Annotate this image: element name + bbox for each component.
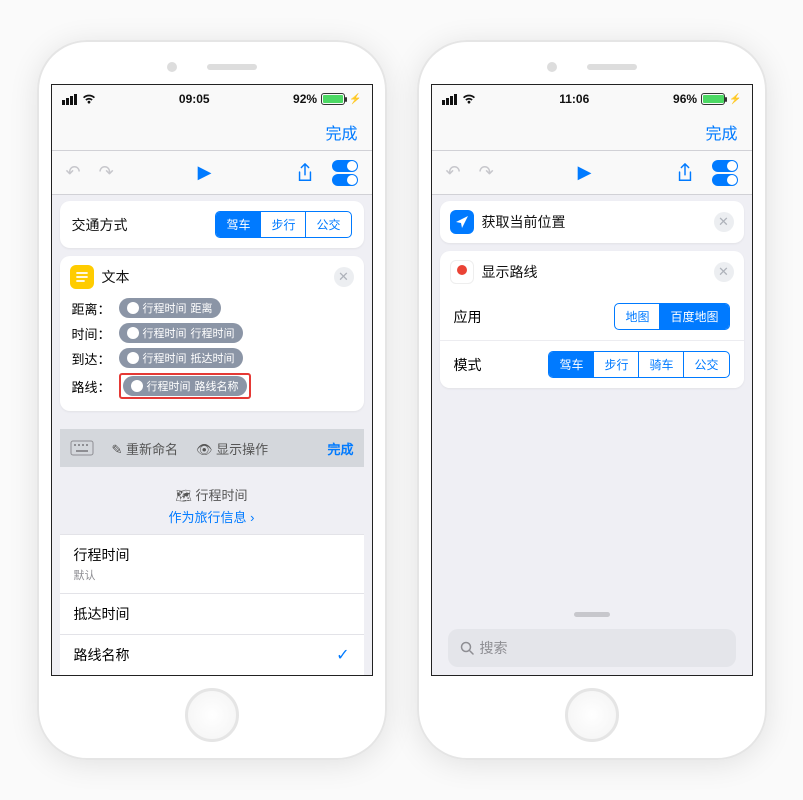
close-icon[interactable]: ✕ <box>714 262 734 282</box>
rename-button[interactable]: ✎ 重新命名 <box>112 439 179 458</box>
battery-icon <box>701 93 725 105</box>
signal-icon <box>62 94 77 105</box>
settings-toggle-icon[interactable] <box>712 160 738 186</box>
transport-label: 交通方式 <box>72 215 128 235</box>
play-icon[interactable]: ▶ <box>198 162 212 183</box>
location-card[interactable]: 获取当前位置 ✕ <box>440 201 744 243</box>
battery-icon <box>321 93 345 105</box>
close-icon[interactable]: ✕ <box>714 212 734 232</box>
phone-left: 09:05 92% ⚡ 完成 ↶ ↷ ▶ 交通方式 驾车 步行 公交 <box>37 40 387 760</box>
done-button[interactable]: 完成 <box>325 120 357 144</box>
share-icon[interactable] <box>676 163 694 183</box>
kb-done-button[interactable]: 完成 <box>327 439 353 458</box>
location-icon <box>450 210 474 234</box>
picker-link[interactable]: 作为旅行信息 › <box>60 507 364 526</box>
status-bar: 09:05 92% ⚡ <box>52 85 372 113</box>
option-travel-time[interactable]: 行程时间默认 <box>60 534 364 593</box>
keyboard-icon[interactable] <box>70 440 94 456</box>
toolbar: ↶ ↷ ▶ <box>52 151 372 195</box>
search-input[interactable]: 搜索 <box>448 629 736 667</box>
variable-picker: 🗺 行程时间 作为旅行信息 › 行程时间默认 抵达时间 路线名称✓ <box>60 475 364 675</box>
show-actions-button[interactable]: 👁 显示操作 <box>196 439 268 458</box>
seg-drive[interactable]: 驾车 <box>549 352 593 377</box>
nav-bar: 完成 <box>52 113 372 151</box>
done-button[interactable]: 完成 <box>705 120 737 144</box>
drag-handle[interactable] <box>574 612 610 617</box>
search-placeholder: 搜索 <box>480 638 508 658</box>
seg-transit[interactable]: 公交 <box>305 212 350 237</box>
nav-bar: 完成 <box>432 113 752 151</box>
seg-bike[interactable]: 骑车 <box>638 352 683 377</box>
mode-segment[interactable]: 驾车 步行 骑车 公交 <box>548 351 729 378</box>
status-time: 09:05 <box>96 92 294 106</box>
keyboard-accessory-bar: ✎ 重新命名 👁 显示操作 完成 <box>60 429 364 467</box>
row-route: 路线：行程时间路线名称 <box>72 373 352 399</box>
text-card-body[interactable]: 距离：行程时间距离 时间：行程时间行程时间 到达：行程时间抵达时间 路线：行程时… <box>60 298 364 411</box>
route-card: 显示路线 ✕ 应用 地图 百度地图 模式 驾车 步行 骑车 公交 <box>440 251 744 388</box>
home-button[interactable] <box>185 688 239 742</box>
row-distance: 距离：行程时间距离 <box>72 298 352 318</box>
undo-icon[interactable]: ↶ <box>446 162 461 183</box>
wifi-icon <box>82 94 96 104</box>
check-icon: ✓ <box>336 645 349 665</box>
seg-transit[interactable]: 公交 <box>683 352 728 377</box>
status-bar: 11:06 96% ⚡ <box>432 85 752 113</box>
share-icon[interactable] <box>296 163 314 183</box>
status-time: 11:06 <box>476 92 674 106</box>
text-card: 文本 ✕ 距离：行程时间距离 时间：行程时间行程时间 到达：行程时间抵达时间 路… <box>60 256 364 411</box>
mode-row: 模式 驾车 步行 骑车 公交 <box>440 340 744 388</box>
seg-baidu[interactable]: 百度地图 <box>659 304 728 329</box>
row-arrival: 到达：行程时间抵达时间 <box>72 348 352 368</box>
search-icon <box>460 641 474 655</box>
option-arrival-time[interactable]: 抵达时间 <box>60 593 364 634</box>
text-card-title: 文本 <box>102 267 130 287</box>
battery-percent: 96% <box>673 92 697 106</box>
seg-drive[interactable]: 驾车 <box>216 212 260 237</box>
close-icon[interactable]: ✕ <box>334 267 354 287</box>
seg-walk[interactable]: 步行 <box>260 212 305 237</box>
charging-icon: ⚡ <box>729 94 741 105</box>
app-row: 应用 地图 百度地图 <box>440 293 744 340</box>
home-button[interactable] <box>565 688 619 742</box>
row-time: 时间：行程时间行程时间 <box>72 323 352 343</box>
transport-card: 交通方式 驾车 步行 公交 <box>60 201 364 248</box>
app-segment[interactable]: 地图 百度地图 <box>614 303 729 330</box>
app-label: 应用 <box>454 307 482 327</box>
mode-label: 模式 <box>454 355 482 375</box>
seg-walk[interactable]: 步行 <box>593 352 638 377</box>
transport-segment[interactable]: 驾车 步行 公交 <box>215 211 351 238</box>
seg-maps[interactable]: 地图 <box>615 304 659 329</box>
redo-icon[interactable]: ↷ <box>479 162 494 183</box>
settings-toggle-icon[interactable] <box>332 160 358 186</box>
battery-percent: 92% <box>293 92 317 106</box>
pin-icon <box>450 260 474 284</box>
location-card-title: 获取当前位置 <box>482 212 566 232</box>
signal-icon <box>442 94 457 105</box>
undo-icon[interactable]: ↶ <box>66 162 81 183</box>
toolbar: ↶ ↷ ▶ <box>432 151 752 195</box>
picker-title: 🗺 行程时间 <box>60 485 364 504</box>
play-icon[interactable]: ▶ <box>578 162 592 183</box>
option-route-name[interactable]: 路线名称✓ <box>60 634 364 675</box>
wifi-icon <box>462 94 476 104</box>
redo-icon[interactable]: ↷ <box>99 162 114 183</box>
route-card-title: 显示路线 <box>482 262 538 282</box>
text-icon <box>70 265 94 289</box>
charging-icon: ⚡ <box>349 94 361 105</box>
phone-right: 11:06 96% ⚡ 完成 ↶ ↷ ▶ 获取当前位置 ✕ <box>417 40 767 760</box>
